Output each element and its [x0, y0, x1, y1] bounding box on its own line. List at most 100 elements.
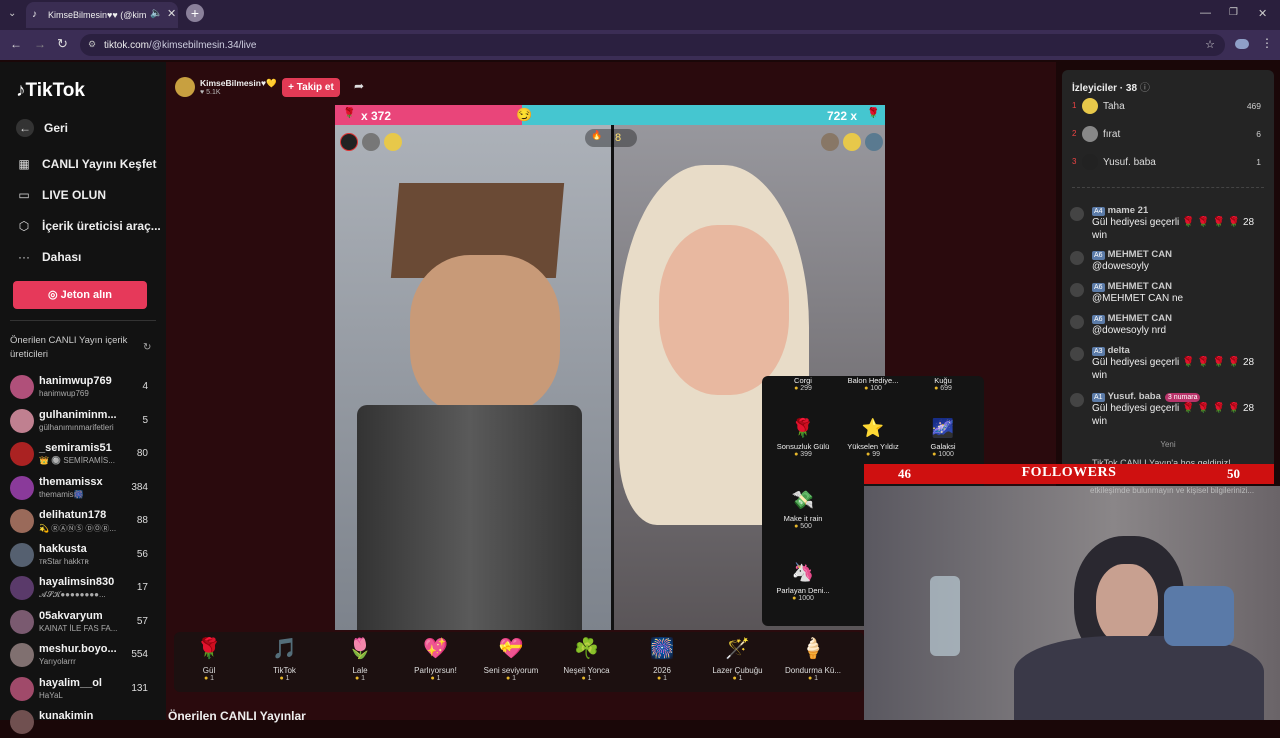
left-supporter-avatar-1[interactable]: [340, 133, 358, 151]
chat-message-body: A6 MEHMET CAN @MEHMET CAN ne: [1092, 281, 1266, 305]
gift-icon: 💝: [498, 638, 524, 660]
refresh-icon[interactable]: ↻: [143, 342, 151, 353]
url-path: /@kimsebilmesin.34/live: [149, 40, 257, 51]
viewer-item[interactable]: 3 Yusuf. baba 1: [1072, 154, 1267, 174]
host-name[interactable]: KimseBilmesin♥💛: [200, 78, 277, 89]
gift-item[interactable]: 🎆 2026 ● 1: [627, 636, 697, 682]
bookmark-star-icon[interactable]: ☆: [1205, 38, 1215, 51]
creator-avatar: [10, 509, 34, 533]
creator-name: gulhaniminm...: [39, 408, 117, 421]
chat-new-indicator[interactable]: Yeni: [1062, 440, 1274, 449]
creator-list-item[interactable]: gulhaniminm... gülhanımınmarifetleri 5: [10, 407, 158, 437]
close-tab-icon[interactable]: ✕: [167, 7, 176, 20]
gift-panel-price: ● 1000: [932, 451, 954, 458]
creator-list-item[interactable]: hakkusta ᴛʀStar hakkᴛʀ 56: [10, 541, 158, 571]
nav-more[interactable]: ··· Dahası: [16, 250, 81, 264]
coin-icon: ●: [794, 385, 799, 392]
tiktok-logo[interactable]: ♪TikTok: [16, 80, 85, 102]
url-bar[interactable]: ⚙ tiktok.com/@kimsebilmesin.34/live ☆: [80, 34, 1225, 56]
chat-text: Gül hediyesi geçerli 🌹 🌹 🌹 🌹 28 win: [1092, 403, 1255, 427]
gift-panel-item[interactable]: 🌹 Sonsuzluk Gülü ● 399: [766, 418, 840, 458]
window-close-icon[interactable]: ✕: [1258, 7, 1267, 20]
right-score: 722 x: [827, 109, 858, 123]
chat-username[interactable]: MEHMET CAN: [1108, 313, 1172, 324]
get-coins-button[interactable]: ◎ Jeton alın: [13, 281, 147, 309]
viewers-title: İzleyiciler · 38 ⓘ: [1072, 83, 1150, 94]
creator-name: meshur.boyo...: [39, 643, 117, 655]
creator-list-item[interactable]: _semiramis51 👑 🔘 SEMİRAMİS... 80: [10, 440, 158, 470]
gift-item[interactable]: 🌷 Lale ● 1: [325, 636, 395, 682]
minimize-icon[interactable]: —: [1200, 7, 1211, 19]
creator-list-item[interactable]: 05akvaryum KAINAT İLE FAS FA... 57: [10, 608, 158, 638]
creator-list-item[interactable]: delihatun178 💫 ⓇⒶⓃⓈ ⒹⓄⓇ... 88: [10, 507, 158, 537]
chat-message[interactable]: A6 MEHMET CAN @MEHMET CAN ne: [1070, 281, 1266, 305]
gift-panel-item[interactable]: 🦄 Parlayan Deni... ● 1000: [766, 562, 840, 602]
viewer-item[interactable]: 2 fırat 6: [1072, 126, 1267, 146]
chat-message[interactable]: A6 MEHMET CAN @dowesoyly: [1070, 249, 1266, 273]
nav-back[interactable]: ← Geri: [16, 119, 68, 137]
gift-panel-item[interactable]: Balon Hediye... ● 100: [836, 376, 910, 392]
right-supporter-avatar-1[interactable]: [821, 133, 839, 151]
creator-list-item[interactable]: hayalimsin830 𝓐𝓢𝓚●●●●●●●●... 17: [10, 574, 158, 604]
forward-arrow-icon[interactable]: →: [34, 37, 46, 51]
gift-panel-item[interactable]: 💸 Make it rain ● 500: [766, 490, 840, 530]
left-supporter-avatar-2[interactable]: [362, 133, 380, 151]
chat-message[interactable]: A3 delta Gül hediyesi geçerli 🌹 🌹 🌹 🌹 28 w…: [1070, 345, 1266, 382]
creator-list-item[interactable]: hanimwup769 hanimwup769 4: [10, 373, 158, 403]
nav-creator-tools[interactable]: ⬡ İçerik üreticisi araç...: [16, 219, 161, 233]
back-arrow-icon[interactable]: ←: [10, 37, 22, 51]
share-icon[interactable]: ➦: [354, 79, 364, 93]
gift-panel-item[interactable]: Corgi ● 299: [766, 376, 840, 392]
right-supporter-avatar-2[interactable]: [843, 133, 861, 151]
reload-icon[interactable]: ↻: [57, 36, 68, 52]
gift-icon: 🎆: [649, 638, 675, 660]
tab-list-icon[interactable]: ⌄: [8, 8, 16, 19]
chat-username[interactable]: MEHMET CAN: [1108, 281, 1172, 292]
site-info-icon[interactable]: ⚙: [88, 39, 96, 50]
chat-level-badge: A6: [1092, 315, 1105, 324]
gift-panel-item[interactable]: ⭐ Yükselen Yıldız ● 99: [836, 418, 910, 458]
creator-list-item[interactable]: themamissx themamis🎆 384: [10, 474, 158, 504]
chat-username[interactable]: delta: [1108, 345, 1130, 356]
creator-name: themamissx: [39, 475, 103, 488]
follow-button[interactable]: + Takip et: [282, 78, 340, 97]
gift-panel-item[interactable]: Kuğu ● 699: [906, 376, 980, 392]
gift-panel-price: ● 299: [794, 385, 812, 392]
chat-avatar: [1070, 393, 1084, 407]
webcam-person-face: [1096, 564, 1158, 644]
gift-item[interactable]: ☘️ Neşeli Yonca ● 1: [552, 636, 622, 682]
right-supporter-avatar-3[interactable]: [865, 133, 883, 151]
creator-list-item[interactable]: hayalim__ol HaYaL 131: [10, 675, 158, 705]
gift-panel-item[interactable]: 🌌 Galaksi ● 1000: [906, 418, 980, 458]
creator-list-item[interactable]: kunakimin: [10, 708, 158, 738]
new-tab-button[interactable]: +: [186, 4, 204, 22]
followers-goal-banner: 46 FOLLOWERS 50: [864, 464, 1274, 484]
chat-username[interactable]: mame 21: [1108, 205, 1149, 216]
host-avatar[interactable]: [175, 77, 195, 97]
audio-icon[interactable]: 🔈: [150, 8, 162, 19]
chat-header: A1 Yusuf. baba 3 numara: [1092, 391, 1266, 402]
gift-item[interactable]: 💖 Parlıyorsun! ● 1: [401, 636, 471, 682]
info-icon[interactable]: ⓘ: [1140, 83, 1150, 94]
creator-list-item[interactable]: meshur.boyo... Yarıyolarrr 554: [10, 641, 158, 671]
gift-item[interactable]: 🎵 TikTok ● 1: [250, 636, 320, 682]
nav-go-live[interactable]: ▭ LIVE OLUN: [16, 188, 106, 202]
chat-message[interactable]: A6 MEHMET CAN @dowesoyly nrd: [1070, 313, 1266, 337]
gift-panel-label: Kuğu: [934, 376, 952, 385]
chat-message[interactable]: A4 mame 21 Gül hediyesi geçerli 🌹 🌹 🌹 🌹 28…: [1070, 205, 1266, 242]
gift-item[interactable]: 🌹 Gül ● 1: [174, 636, 244, 682]
gift-label: Seni seviyorum: [483, 666, 539, 675]
left-supporter-avatar-3[interactable]: [384, 133, 402, 151]
gift-item[interactable]: 🍦 Dondurma Kü... ● 1: [778, 636, 848, 682]
maximize-icon[interactable]: ❐: [1229, 7, 1238, 18]
chat-username[interactable]: Yusuf. baba: [1108, 391, 1161, 402]
gift-item[interactable]: 🪄 Lazer Çubuğu ● 1: [703, 636, 773, 682]
extension-icon[interactable]: [1235, 39, 1249, 49]
chat-message[interactable]: A1 Yusuf. baba 3 numara Gül hediyesi geçerl…: [1070, 391, 1266, 428]
nav-explore-live[interactable]: ▦ CANLI Yayını Keşfet: [16, 157, 156, 171]
chat-username[interactable]: MEHMET CAN: [1108, 249, 1172, 260]
browser-menu-icon[interactable]: ⋮: [1261, 36, 1273, 50]
viewer-item[interactable]: 1 Taha 469: [1072, 98, 1267, 118]
viewer-name: Yusuf. baba: [1103, 157, 1156, 168]
gift-item[interactable]: 💝 Seni seviyorum ● 1: [476, 636, 546, 682]
